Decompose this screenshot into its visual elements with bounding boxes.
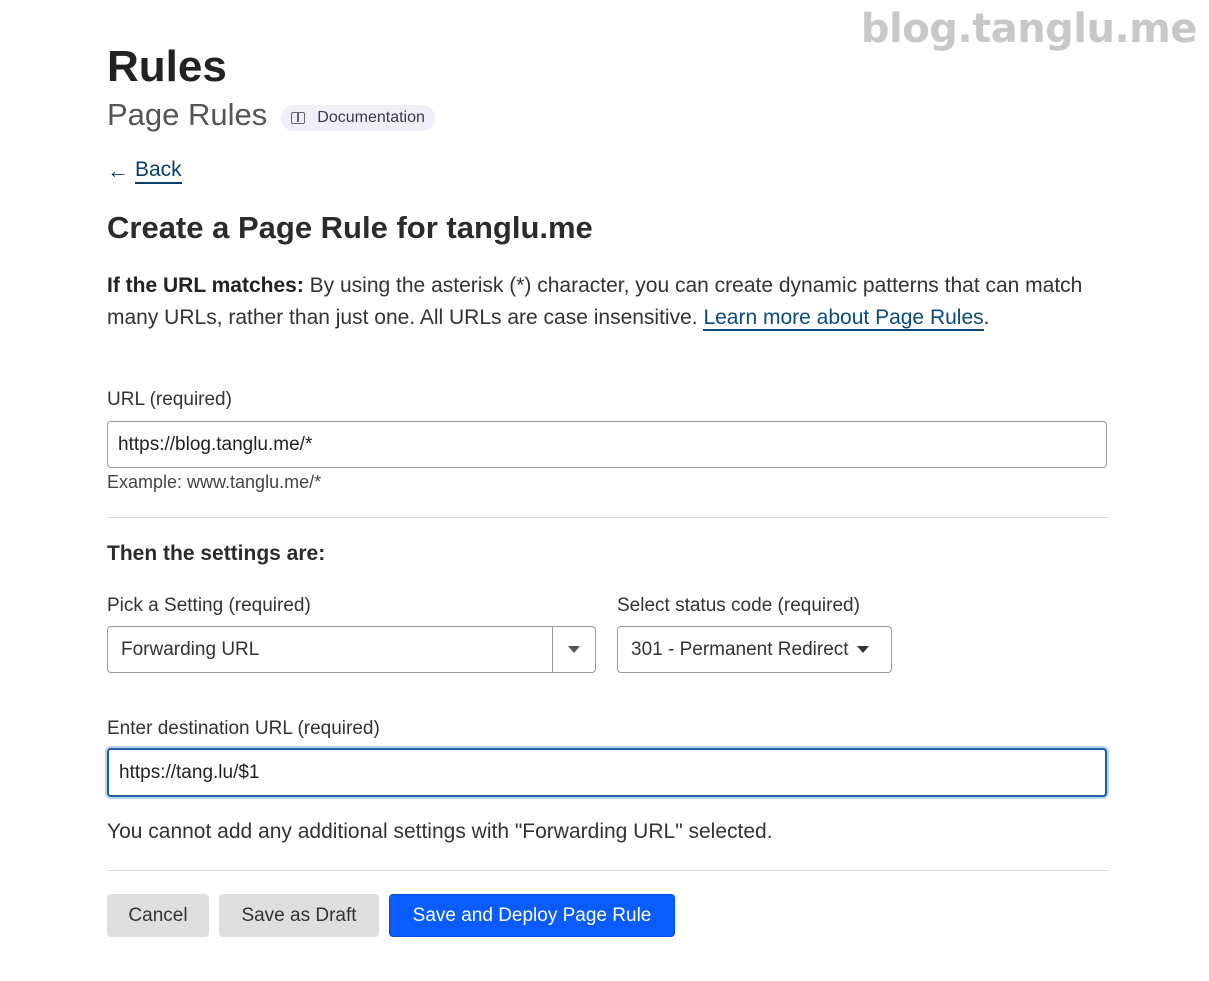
chevron-down-icon <box>568 646 580 653</box>
status-select-value: 301 - Permanent Redirect <box>631 638 849 660</box>
documentation-label: Documentation <box>317 109 425 126</box>
chevron-down-icon <box>856 646 869 653</box>
save-draft-button[interactable]: Save as Draft <box>219 894 379 937</box>
intro-text: If the URL matches: By using the asteris… <box>107 270 1107 334</box>
url-input[interactable] <box>107 421 1107 468</box>
destination-label: Enter destination URL (required) <box>107 718 380 739</box>
divider <box>107 517 1109 518</box>
page: blog.tanglu.me Rules Page Rules Document… <box>0 0 1209 981</box>
settings-heading: Then the settings are: <box>107 542 326 565</box>
back-label: Back <box>135 158 182 184</box>
book-icon <box>291 112 306 124</box>
save-deploy-button[interactable]: Save and Deploy Page Rule <box>389 894 675 937</box>
learn-more-link[interactable]: Learn more about Page Rules <box>703 306 984 331</box>
forwarding-note: You cannot add any additional settings w… <box>107 820 773 843</box>
page-subtitle: Page Rules <box>107 97 268 132</box>
setting-select-value: Forwarding URL <box>121 638 260 660</box>
status-code-select[interactable]: 301 - Permanent Redirect <box>617 626 892 673</box>
intro-end: . <box>983 306 990 329</box>
destination-url-input[interactable] <box>107 748 1107 797</box>
form-heading: Create a Page Rule for tanglu.me <box>107 210 593 245</box>
divider <box>107 870 1109 871</box>
page-title: Rules <box>107 42 227 91</box>
documentation-link[interactable]: Documentation <box>281 105 435 131</box>
cancel-button[interactable]: Cancel <box>107 894 209 937</box>
url-example: Example: www.tanglu.me/* <box>107 472 322 492</box>
back-link[interactable]: ← Back <box>107 158 182 184</box>
status-label: Select status code (required) <box>617 595 860 616</box>
setting-select-toggle[interactable] <box>552 627 595 672</box>
setting-select[interactable]: Forwarding URL <box>107 626 596 673</box>
setting-label: Pick a Setting (required) <box>107 595 311 616</box>
arrow-left-icon: ← <box>107 158 129 183</box>
watermark: blog.tanglu.me <box>860 6 1198 52</box>
subtitle-row: Page Rules Documentation <box>107 96 435 134</box>
intro-bold: If the URL matches: <box>107 274 304 297</box>
url-label: URL (required) <box>107 389 232 410</box>
